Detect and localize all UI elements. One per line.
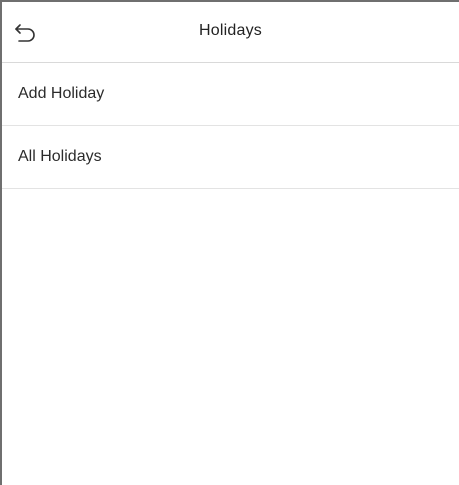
holidays-screen: Holidays Add Holiday All Holidays bbox=[0, 0, 459, 485]
page-title: Holidays bbox=[199, 22, 262, 39]
holiday-menu: Add Holiday All Holidays bbox=[2, 63, 459, 189]
header-bar: Holidays bbox=[2, 2, 459, 63]
menu-item-add-holiday[interactable]: Add Holiday bbox=[2, 63, 459, 126]
menu-item-label: All Holidays bbox=[18, 148, 102, 165]
menu-item-label: Add Holiday bbox=[18, 85, 105, 102]
menu-item-all-holidays[interactable]: All Holidays bbox=[2, 126, 459, 189]
